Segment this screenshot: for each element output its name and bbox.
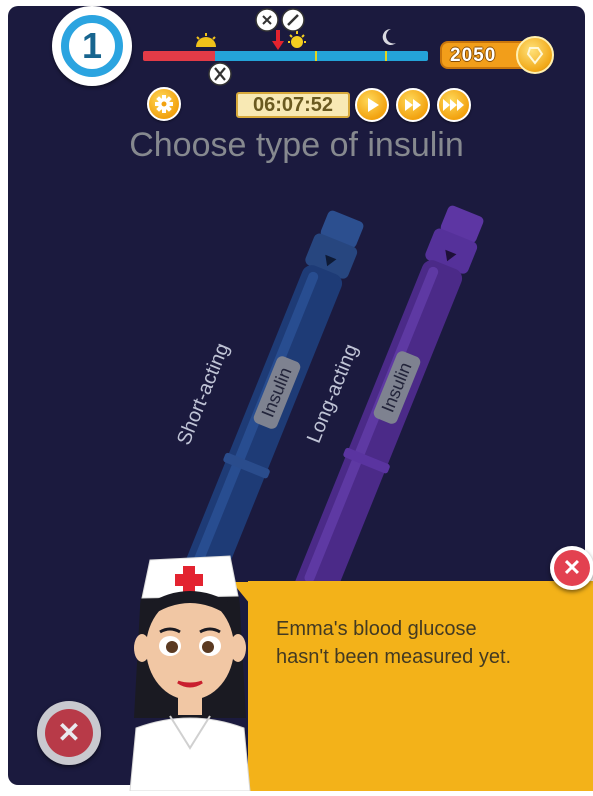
timeline-now-arrow-icon bbox=[272, 30, 284, 50]
fast-forward-icon bbox=[405, 99, 421, 111]
nurse-avatar bbox=[120, 548, 260, 792]
settings-button[interactable] bbox=[147, 87, 181, 121]
clock-time: 06:07:52 bbox=[252, 94, 334, 116]
level-number: 1 bbox=[81, 25, 103, 66]
timeline-elapsed bbox=[143, 51, 215, 61]
timeline-moon-icon bbox=[378, 27, 398, 47]
exit-button[interactable]: ✕ bbox=[37, 701, 101, 765]
timeline-meal-icon bbox=[208, 62, 232, 86]
nurse-message: Emma's blood glucose hasn't been measure… bbox=[276, 615, 511, 671]
timeline-sun-icon bbox=[287, 30, 307, 50]
game-clock: 06:07:52 bbox=[236, 92, 350, 118]
level-indicator: 1 bbox=[52, 6, 132, 86]
close-icon: ✕ bbox=[57, 717, 81, 748]
fastest-forward-button[interactable] bbox=[437, 88, 471, 122]
coin-value: 2050 bbox=[450, 45, 497, 66]
play-button[interactable] bbox=[355, 88, 389, 122]
timeline-sunrise-icon bbox=[194, 33, 218, 47]
close-dialog-button[interactable]: ✕ bbox=[550, 546, 593, 590]
screen-title: Choose type of insulin bbox=[129, 126, 464, 164]
nurse-message-line-2: hasn't been measured yet. bbox=[276, 646, 512, 668]
timeline-insulin-marker bbox=[254, 8, 306, 32]
nurse-speech-panel: Emma's blood glucose hasn't been measure… bbox=[248, 581, 593, 791]
fast-forward-button[interactable] bbox=[396, 88, 430, 122]
nurse-message-line-1: Emma's blood glucose bbox=[276, 618, 477, 640]
play-icon bbox=[368, 98, 379, 112]
gear-icon bbox=[155, 95, 173, 113]
coin-icon bbox=[516, 36, 554, 74]
day-timeline bbox=[143, 51, 428, 61]
close-icon: ✕ bbox=[562, 555, 582, 580]
timeline-remaining bbox=[215, 51, 428, 61]
long-acting-insulin-pen[interactable]: Long-acting Insulin bbox=[275, 200, 505, 604]
fastest-forward-icon bbox=[443, 99, 464, 111]
